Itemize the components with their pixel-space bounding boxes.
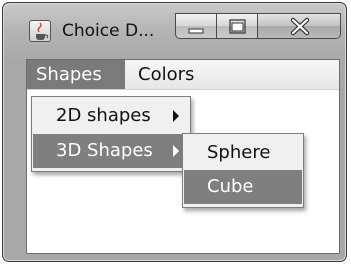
menu-item-cube[interactable]: Cube bbox=[184, 170, 302, 204]
menu-item-label: Cube bbox=[207, 176, 254, 197]
java-cup-icon[interactable] bbox=[29, 20, 51, 42]
menu-shapes[interactable]: Shapes bbox=[27, 60, 125, 89]
menu-item-label: Sphere bbox=[207, 142, 271, 163]
submenu-arrow-icon bbox=[173, 110, 179, 122]
minimize-button[interactable] bbox=[175, 13, 217, 39]
menu-item-label: 2D shapes bbox=[56, 105, 151, 126]
window-title: Choice D... bbox=[62, 21, 155, 41]
close-button[interactable] bbox=[257, 13, 341, 39]
shapes-menu-popup: 2D shapes 3D Shapes bbox=[31, 96, 191, 172]
maximize-button[interactable] bbox=[216, 13, 258, 39]
menu-item-sphere[interactable]: Sphere bbox=[184, 136, 302, 170]
menu-item-label: 3D Shapes bbox=[56, 140, 153, 161]
menu-bar: Shapes Colors bbox=[27, 60, 339, 90]
close-icon bbox=[290, 17, 310, 36]
menu-item-3d-shapes[interactable]: 3D Shapes bbox=[33, 134, 189, 168]
menu-item-2d-shapes[interactable]: 2D shapes bbox=[33, 99, 189, 133]
minimize-icon bbox=[188, 28, 204, 34]
menu-colors[interactable]: Colors bbox=[129, 60, 203, 89]
maximize-icon bbox=[229, 19, 246, 34]
3d-shapes-submenu-popup: Sphere Cube bbox=[182, 133, 304, 208]
submenu-arrow-icon bbox=[173, 145, 179, 157]
